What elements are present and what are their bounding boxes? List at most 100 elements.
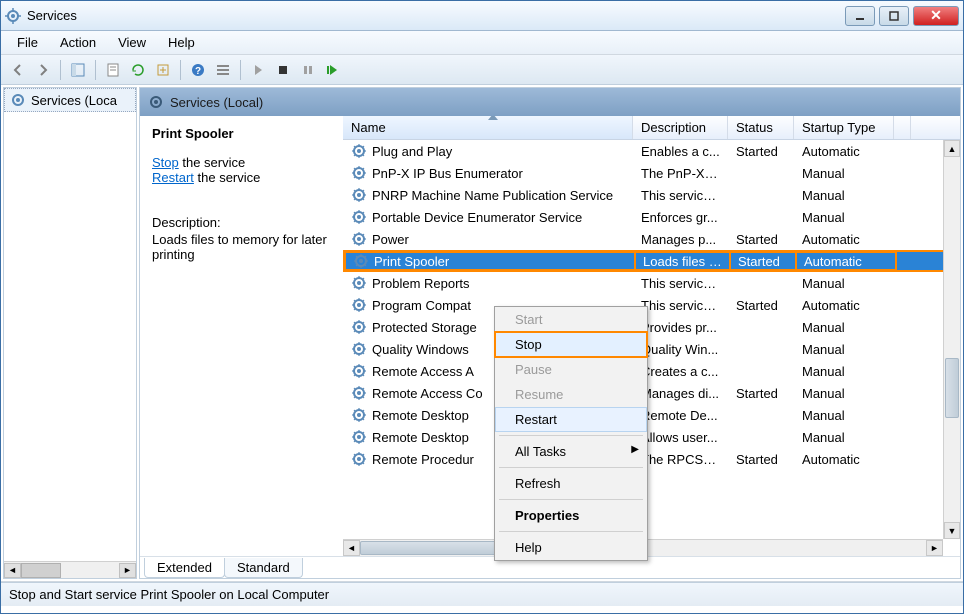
table-row[interactable]: PowerManages p...StartedAutomatic [343,228,960,250]
service-gear-icon [351,363,367,379]
services-list: Name Description Status Startup Type Plu… [343,116,960,556]
stop-service-button[interactable] [272,59,294,81]
ctx-stop[interactable]: Stop [495,332,647,357]
tree-hscroll[interactable]: ◄ ► [4,561,136,578]
table-row[interactable]: Remote DesktopAllows user...Manual [343,426,960,448]
scroll-up-icon[interactable]: ▲ [944,140,960,157]
table-row[interactable]: Quality WindowsQuality Win...Manual [343,338,960,360]
service-gear-icon [351,407,367,423]
tab-standard[interactable]: Standard [224,558,303,578]
sort-indicator-icon [488,116,498,120]
menu-view[interactable]: View [108,33,156,52]
menu-action[interactable]: Action [50,33,106,52]
table-row[interactable]: Program CompatThis service ...StartedAut… [343,294,960,316]
ctx-all-tasks[interactable]: All Tasks▶ [495,439,647,464]
titlebar: Services ✕ [1,1,963,31]
table-row[interactable]: Remote Access CoManages di...StartedManu… [343,382,960,404]
service-gear-icon [351,165,367,181]
table-row[interactable]: Protected StorageProvides pr...Manual [343,316,960,338]
restart-link[interactable]: Restart [152,170,194,185]
service-gear-icon [351,451,367,467]
col-status[interactable]: Status [728,116,794,139]
restart-service-button[interactable] [322,59,344,81]
table-row[interactable]: Remote ProcedurThe RPCSS s...StartedAuto… [343,448,960,470]
table-row[interactable]: Portable Device Enumerator ServiceEnforc… [343,206,960,228]
scroll-thumb[interactable] [945,358,959,418]
submenu-arrow-icon: ▶ [631,444,639,455]
col-name[interactable]: Name [343,116,633,139]
col-description[interactable]: Description [633,116,728,139]
status-text: Stop and Start service Print Spooler on … [9,587,329,602]
service-gear-icon [351,319,367,335]
svg-text:?: ? [195,66,201,77]
back-button[interactable] [7,59,29,81]
context-menu: Start Stop Pause Resume Restart All Task… [494,306,648,561]
tab-extended[interactable]: Extended [144,558,225,578]
refresh-button[interactable] [127,59,149,81]
scroll-down-icon[interactable]: ▼ [944,522,960,539]
pane-title: Services (Local) [170,95,263,110]
list-header: Name Description Status Startup Type [343,116,960,140]
description-text: Loads files to memory for later printing [152,232,331,262]
stop-suffix: the service [179,155,245,170]
pane-header: Services (Local) [140,88,960,116]
stop-link[interactable]: Stop [152,155,179,170]
service-gear-icon [353,253,369,269]
window-title: Services [27,8,845,23]
table-row[interactable]: Remote Access ACreates a c...Manual [343,360,960,382]
detail-pane: Print Spooler Stop the service Restart t… [140,116,343,556]
service-gear-icon [351,187,367,203]
list-button[interactable] [212,59,234,81]
scroll-right-icon[interactable]: ► [926,540,943,556]
services-icon [10,92,26,108]
forward-button[interactable] [32,59,54,81]
service-gear-icon [351,143,367,159]
maximize-button[interactable] [879,6,909,26]
table-row[interactable]: Problem ReportsThis service ...Manual [343,272,960,294]
ctx-properties[interactable]: Properties [495,503,647,528]
menubar: File Action View Help [1,31,963,55]
col-startup[interactable]: Startup Type [794,116,894,139]
close-button[interactable]: ✕ [913,6,959,26]
restart-suffix: the service [194,170,260,185]
show-hide-tree-button[interactable] [67,59,89,81]
ctx-resume: Resume [495,382,647,407]
service-gear-icon [351,429,367,445]
table-row[interactable]: PNRP Machine Name Publication ServiceThi… [343,184,960,206]
detail-service-name: Print Spooler [152,126,331,141]
properties-button[interactable] [102,59,124,81]
statusbar: Stop and Start service Print Spooler on … [1,582,963,606]
table-row[interactable]: PnP-X IP Bus EnumeratorThe PnP-X b...Man… [343,162,960,184]
toolbar: ? [1,55,963,85]
table-row[interactable]: Print SpoolerLoads files t...StartedAuto… [343,250,960,272]
tree-root-label: Services (Loca [31,93,117,108]
pause-service-button[interactable] [297,59,319,81]
menu-help[interactable]: Help [158,33,205,52]
help-button[interactable]: ? [187,59,209,81]
tree-pane: Services (Loca ◄ ► [3,87,137,579]
services-icon [5,8,21,24]
ctx-start: Start [495,307,647,332]
ctx-help[interactable]: Help [495,535,647,560]
service-gear-icon [351,341,367,357]
vertical-scrollbar[interactable]: ▲ ▼ [943,140,960,539]
table-row[interactable]: Plug and PlayEnables a c...StartedAutoma… [343,140,960,162]
service-gear-icon [351,231,367,247]
description-label: Description: [152,215,331,230]
service-gear-icon [351,297,367,313]
ctx-refresh[interactable]: Refresh [495,471,647,496]
service-gear-icon [351,385,367,401]
export-button[interactable] [152,59,174,81]
scroll-left-icon[interactable]: ◄ [343,540,360,556]
minimize-button[interactable] [845,6,875,26]
main-area: Services (Loca ◄ ► Services (Local) Prin… [1,85,963,582]
service-gear-icon [351,209,367,225]
menu-file[interactable]: File [7,33,48,52]
table-row[interactable]: Remote DesktopRemote De...Manual [343,404,960,426]
service-gear-icon [351,275,367,291]
ctx-pause: Pause [495,357,647,382]
tree-root-item[interactable]: Services (Loca [4,88,136,112]
start-service-button[interactable] [247,59,269,81]
ctx-restart[interactable]: Restart [495,407,647,432]
services-icon [148,94,164,110]
